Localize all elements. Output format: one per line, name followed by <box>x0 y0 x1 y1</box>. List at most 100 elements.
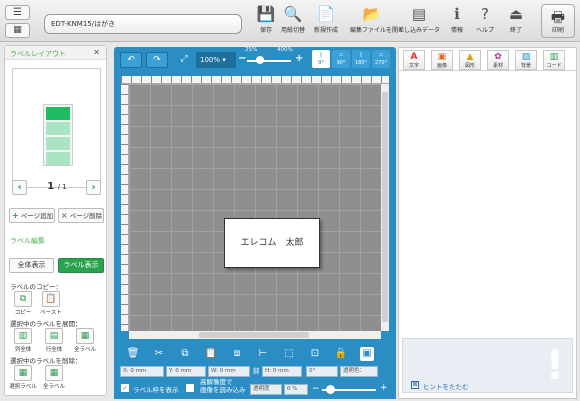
horizontal-scrollbar[interactable] <box>129 331 381 339</box>
right-panel: A 文字 ▣ 画像 ▲ 図形 ✿ 素材 ▨ 背景 ▥ コード ! ⊠ ヒントをた… <box>398 47 577 399</box>
h-field[interactable]: H: 0 mm <box>262 366 302 377</box>
help-button[interactable]: ? ヘルプ <box>468 3 502 39</box>
opacity-field[interactable]: 0 % <box>284 384 308 395</box>
group-icon[interactable]: ⬚ <box>282 347 296 361</box>
copy-label: コピー <box>14 310 32 316</box>
menu-icon[interactable]: ☰ <box>5 5 30 20</box>
delete-selected-icon[interactable]: ▦ <box>14 365 32 381</box>
expand-row-label: 行全体 <box>45 347 63 353</box>
background-tool-icon: ▨ <box>521 52 531 62</box>
zoom-select[interactable]: 100% ▾ <box>196 52 236 68</box>
expand-row-icon[interactable]: ▤ <box>45 328 63 344</box>
opacity-label: 透明度 <box>250 384 282 395</box>
tab-material[interactable]: ✿ 素材 <box>487 50 509 70</box>
printer-icon: 🖶 <box>550 8 566 26</box>
opacity-plus-icon[interactable]: + <box>380 383 388 393</box>
code-tool-icon: ▥ <box>549 52 559 62</box>
delete-all-icon[interactable]: ▦ <box>45 365 63 381</box>
hint-panel: ! ⊠ ヒントをたたむ <box>402 338 573 393</box>
transparent-color-field[interactable]: 透明色： <box>340 366 378 377</box>
zoom-in-icon[interactable]: + <box>295 53 303 64</box>
rotate-field[interactable]: 0° <box>306 366 338 377</box>
expand-all-label: 全ラベル <box>73 347 96 353</box>
paper-switch-button[interactable]: 🔍 用紙切替 <box>276 3 310 39</box>
open-file-icon: 📂 <box>362 5 382 23</box>
exit-button[interactable]: ⏏ 終了 <box>499 3 533 39</box>
zoom-slider[interactable] <box>247 60 291 62</box>
image-tool-icon: ▣ <box>437 52 447 62</box>
layout-switch-icon[interactable]: ▦ <box>5 23 30 38</box>
merge-data-button[interactable]: ▤ 差し込みデータ <box>398 3 440 39</box>
collapse-hint-link[interactable]: ヒントをたたむ <box>423 381 469 391</box>
print-button[interactable]: 🖶 印刷 <box>541 4 575 38</box>
delete-page-button[interactable]: × ページ削除 <box>58 208 104 223</box>
expand-column-icon[interactable]: ▥ <box>14 328 32 344</box>
fit-screen-icon[interactable]: ⤢ <box>176 52 192 68</box>
view-all-button[interactable]: 全体表示 <box>9 258 54 273</box>
expand-column-label: 列全体 <box>14 347 32 353</box>
label-slot[interactable] <box>46 152 70 165</box>
trash-icon[interactable]: 🗑 <box>126 347 140 361</box>
material-tool-icon: ✿ <box>494 52 502 62</box>
delete-section-title: 選択中のラベルを削除： <box>10 357 82 365</box>
add-page-button[interactable]: + ページ追加 <box>9 208 55 223</box>
rotate-270-button[interactable]: ▭ 270° <box>372 50 390 68</box>
vertical-scrollbar[interactable] <box>381 84 389 331</box>
opacity-slider-handle[interactable] <box>326 385 335 394</box>
link-icon[interactable]: ⛓ <box>252 367 260 375</box>
prev-page-icon[interactable]: ‹ <box>12 180 27 195</box>
rotate-0-button[interactable]: ▯ 0° <box>312 50 330 68</box>
copy-icon[interactable]: ⧉ <box>178 347 192 361</box>
zoom-min-label: 25% <box>245 47 258 53</box>
undo-icon[interactable]: ↶ <box>120 52 142 68</box>
tab-background[interactable]: ▨ 背景 <box>515 50 537 70</box>
paste-icon[interactable]: 📋 <box>42 291 60 307</box>
tab-image[interactable]: ▣ 画像 <box>431 50 453 70</box>
hint-exclamation-icon: ! <box>545 343 564 389</box>
paper-switch-icon: 🔍 <box>283 5 303 23</box>
info-panel-icon[interactable]: ▣ <box>360 347 374 361</box>
x-field[interactable]: X: 0 mm <box>120 366 164 377</box>
rotate-180-button[interactable]: ▯ 180° <box>352 50 370 68</box>
label-preview[interactable]: エレコム 太郎 <box>224 218 320 268</box>
w-field[interactable]: W: 0 mm <box>208 366 250 377</box>
opacity-minus-icon[interactable]: − <box>312 384 320 394</box>
open-file-button[interactable]: 📂 編集ファイルを開く <box>350 3 404 39</box>
copy-icon[interactable]: ⧉ <box>14 291 32 307</box>
merge-data-icon: ▤ <box>411 5 427 23</box>
view-label-button[interactable]: ラベル表示 <box>58 258 104 273</box>
label-slot[interactable] <box>46 137 70 150</box>
collapse-icon[interactable]: ⊠ <box>411 381 419 389</box>
zoom-slider-handle[interactable] <box>256 56 264 64</box>
cut-icon[interactable]: ✂ <box>152 347 166 361</box>
delete-all-label: 全ラベル <box>42 384 65 390</box>
document-title: EDT-KNM15/はがき <box>44 14 242 34</box>
rotate-90-button[interactable]: ▭ 90° <box>332 50 350 68</box>
label-slot[interactable] <box>46 122 70 135</box>
show-frame-label: ラベル枠を表示 <box>133 386 179 394</box>
align-icon[interactable]: ⊢ <box>256 347 270 361</box>
show-frame-checkbox[interactable]: ✓ <box>121 384 129 392</box>
shape-tool-icon: ▲ <box>466 52 474 62</box>
zoom-out-icon[interactable]: − <box>238 53 246 64</box>
lock-icon[interactable]: 🔒 <box>334 347 348 361</box>
hi-res-checkbox[interactable] <box>186 384 194 392</box>
label-slot[interactable] <box>46 107 70 120</box>
page-navigator: ‹ 1 / 1 › <box>12 180 101 198</box>
tab-text[interactable]: A 文字 <box>403 50 425 70</box>
exit-icon: ⏏ <box>508 5 524 23</box>
close-icon[interactable]: ✕ <box>93 48 100 57</box>
y-field[interactable]: Y: 0 mm <box>166 366 206 377</box>
paste-icon[interactable]: 📋 <box>204 347 218 361</box>
layer-order-icon[interactable]: ⧈ <box>230 347 244 361</box>
hi-res-label: 高解像度で 画像を読み込み <box>200 378 246 394</box>
redo-icon[interactable]: ↷ <box>146 52 168 68</box>
expand-all-icon[interactable]: ▦ <box>76 328 94 344</box>
x-icon: × <box>61 211 68 220</box>
tab-shape[interactable]: ▲ 図形 <box>459 50 481 70</box>
new-document-button[interactable]: 📄 新規作成 <box>309 3 343 39</box>
tab-code[interactable]: ▥ コード <box>543 50 565 70</box>
next-page-icon[interactable]: › <box>86 180 101 195</box>
design-canvas[interactable]: エレコム 太郎 <box>129 84 381 331</box>
fit-icon[interactable]: ⊡ <box>308 347 322 361</box>
